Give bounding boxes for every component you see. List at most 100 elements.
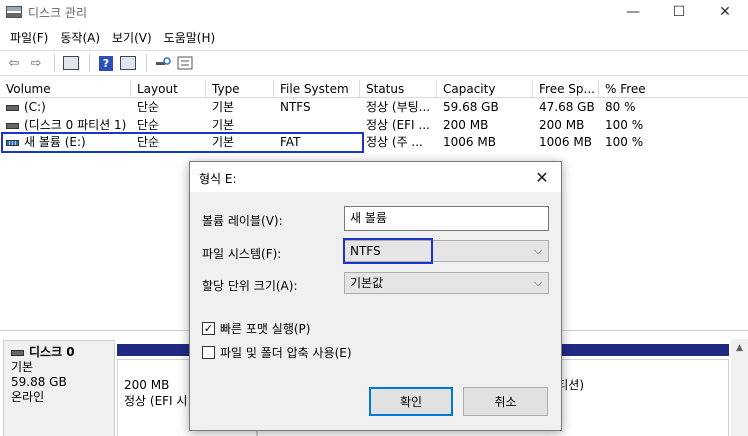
close-button[interactable]: ✕	[702, 0, 748, 24]
cell-status: 정상 (EFI ...	[366, 118, 430, 132]
cell-filesystem	[276, 117, 360, 134]
column-header-filesystem[interactable]: File System	[274, 80, 360, 98]
cell-layout: 단순	[137, 135, 160, 149]
volume-label-input[interactable]: 새 볼륨	[344, 206, 549, 231]
disk-size: 59.88 GB	[11, 375, 67, 389]
chevron-down-icon: ⌵	[533, 244, 543, 257]
menu-view[interactable]: 보기(V)	[106, 29, 158, 46]
disk-name: 디스크 0	[29, 345, 75, 359]
format-dialog: 형식 E: ✕ 볼륨 레이블(V): 새 볼륨 파일 시스템(F): NTFS …	[189, 161, 562, 431]
quick-format-checkbox[interactable]: ✓	[202, 322, 215, 335]
volume-list-header: Volume Layout Type File System Status Ca…	[0, 80, 748, 98]
disk-info-panel[interactable]: 디스크 0 기본 59.88 GB 온라인	[3, 340, 115, 436]
cell-free-space: 1006 MB	[539, 135, 592, 149]
cell-filesystem: NTFS	[280, 100, 311, 114]
cell-volume-text: (C:)	[24, 100, 46, 114]
details-icon	[177, 56, 193, 70]
cell-status: 정상 (주 ...	[366, 135, 423, 149]
dialog-titlebar: 형식 E: ✕	[190, 162, 561, 192]
cell-capacity: 1006 MB	[443, 135, 496, 149]
cell-layout: 단순	[137, 100, 160, 114]
cell-type: 기본	[212, 135, 235, 149]
compression-checkbox[interactable]	[202, 346, 215, 359]
column-header-type[interactable]: Type	[206, 80, 274, 98]
vertical-scrollbar[interactable]: ▲	[731, 339, 748, 436]
cancel-button[interactable]: 취소	[463, 387, 548, 416]
volume-label-label: 볼륨 레이블(V):	[202, 214, 283, 228]
drive-icon	[6, 139, 19, 146]
list-view-button[interactable]	[118, 53, 138, 73]
window-title: 디스크 관리	[28, 5, 88, 20]
dialog-title: 형식 E:	[199, 172, 237, 186]
toolbar: ⇦ ⇨ ?	[0, 50, 748, 76]
disk-state: 온라인	[11, 390, 45, 404]
properties-icon	[63, 56, 79, 70]
compression-label: 파일 및 폴더 압축 사용(E)	[220, 346, 352, 360]
window-controls: — ☐ ✕	[610, 0, 748, 24]
disk-management-app-icon	[6, 6, 22, 18]
cell-volume: 새 볼륨 (E:)	[2, 134, 131, 151]
quick-format-option[interactable]: ✓ 빠른 포맷 실행(P)	[202, 320, 310, 337]
menu-file[interactable]: 파일(F)	[4, 29, 54, 46]
column-header-free-space[interactable]: Free Sp...	[533, 80, 599, 98]
search-button[interactable]	[153, 53, 173, 73]
cell-status: 정상 (부팅...	[366, 100, 431, 114]
table-row[interactable]: (C:) 단순 기본 NTFS 정상 (부팅... 59.68 GB 47.68…	[0, 99, 748, 116]
search-icon	[156, 57, 171, 65]
drive-icon	[6, 104, 19, 111]
table-row-selected[interactable]: 새 볼륨 (E:) 단순 기본 FAT 정상 (주 ... 1006 MB 10…	[0, 134, 748, 151]
filesystem-select[interactable]: NTFS ⌵	[344, 240, 549, 262]
maximize-button[interactable]: ☐	[656, 0, 702, 24]
table-row[interactable]: (디스크 0 파티션 1) 단순 기본 정상 (EFI ... 200 MB 2…	[0, 117, 748, 134]
ok-button[interactable]: 확인	[369, 387, 453, 416]
allocation-unit-select-value: 기본값	[350, 276, 384, 290]
cell-filesystem: FAT	[280, 135, 301, 149]
column-header-layout[interactable]: Layout	[131, 80, 206, 98]
help-icon: ?	[99, 55, 113, 71]
properties-button[interactable]	[61, 53, 81, 73]
filesystem-select-value: NTFS	[350, 244, 381, 258]
drive-icon	[6, 122, 19, 129]
filesystem-label: 파일 시스템(F):	[202, 247, 282, 261]
column-header-volume[interactable]: Volume	[0, 80, 131, 98]
disk-type: 기본	[11, 360, 34, 374]
chevron-down-icon: ⌵	[533, 276, 543, 289]
disk-name-row: 디스크 0	[11, 345, 107, 360]
menu-action[interactable]: 동작(A)	[54, 29, 106, 46]
cell-volume: (C:)	[2, 99, 131, 116]
cell-volume-text: (디스크 0 파티션 1)	[24, 118, 127, 132]
toolbar-separator	[89, 54, 90, 72]
back-arrow-icon[interactable]: ⇦	[4, 53, 24, 73]
cell-capacity: 200 MB	[443, 118, 489, 132]
toolbar-separator	[146, 54, 147, 72]
minimize-button[interactable]: —	[610, 0, 656, 24]
toolbar-separator	[54, 54, 55, 72]
forward-arrow-icon[interactable]: ⇨	[26, 53, 46, 73]
scroll-up-arrow-icon[interactable]: ▲	[731, 339, 748, 356]
list-view-icon	[120, 56, 136, 70]
menu-bar: 파일(F) 동작(A) 보기(V) 도움말(H)	[0, 26, 221, 48]
allocation-unit-select[interactable]: 기본값 ⌵	[344, 272, 549, 294]
compression-option[interactable]: 파일 및 폴더 압축 사용(E)	[202, 344, 352, 361]
cell-free-space: 47.68 GB	[539, 100, 595, 114]
cell-percent-free: 100 %	[605, 135, 644, 149]
column-header-status[interactable]: Status	[360, 80, 437, 98]
cell-free-space: 200 MB	[539, 118, 585, 132]
quick-format-label: 빠른 포맷 실행(P)	[220, 322, 311, 336]
dialog-close-button[interactable]: ✕	[531, 166, 553, 188]
cell-type: 기본	[212, 100, 235, 114]
cell-volume: (디스크 0 파티션 1)	[2, 117, 131, 134]
allocation-unit-label: 할당 단위 크기(A):	[202, 279, 298, 293]
window-titlebar: 디스크 관리 — ☐ ✕	[0, 0, 748, 24]
help-button[interactable]: ?	[96, 53, 116, 73]
column-header-capacity[interactable]: Capacity	[437, 80, 533, 98]
details-button[interactable]	[175, 53, 195, 73]
disk-icon	[11, 349, 24, 356]
cell-layout: 단순	[137, 118, 160, 132]
cell-percent-free: 100 %	[605, 118, 644, 132]
cell-type: 기본	[212, 118, 235, 132]
cell-capacity: 59.68 GB	[443, 100, 499, 114]
column-header-percent-free[interactable]: % Free	[599, 80, 748, 98]
cell-percent-free: 80 %	[605, 100, 636, 114]
menu-help[interactable]: 도움말(H)	[158, 29, 222, 46]
